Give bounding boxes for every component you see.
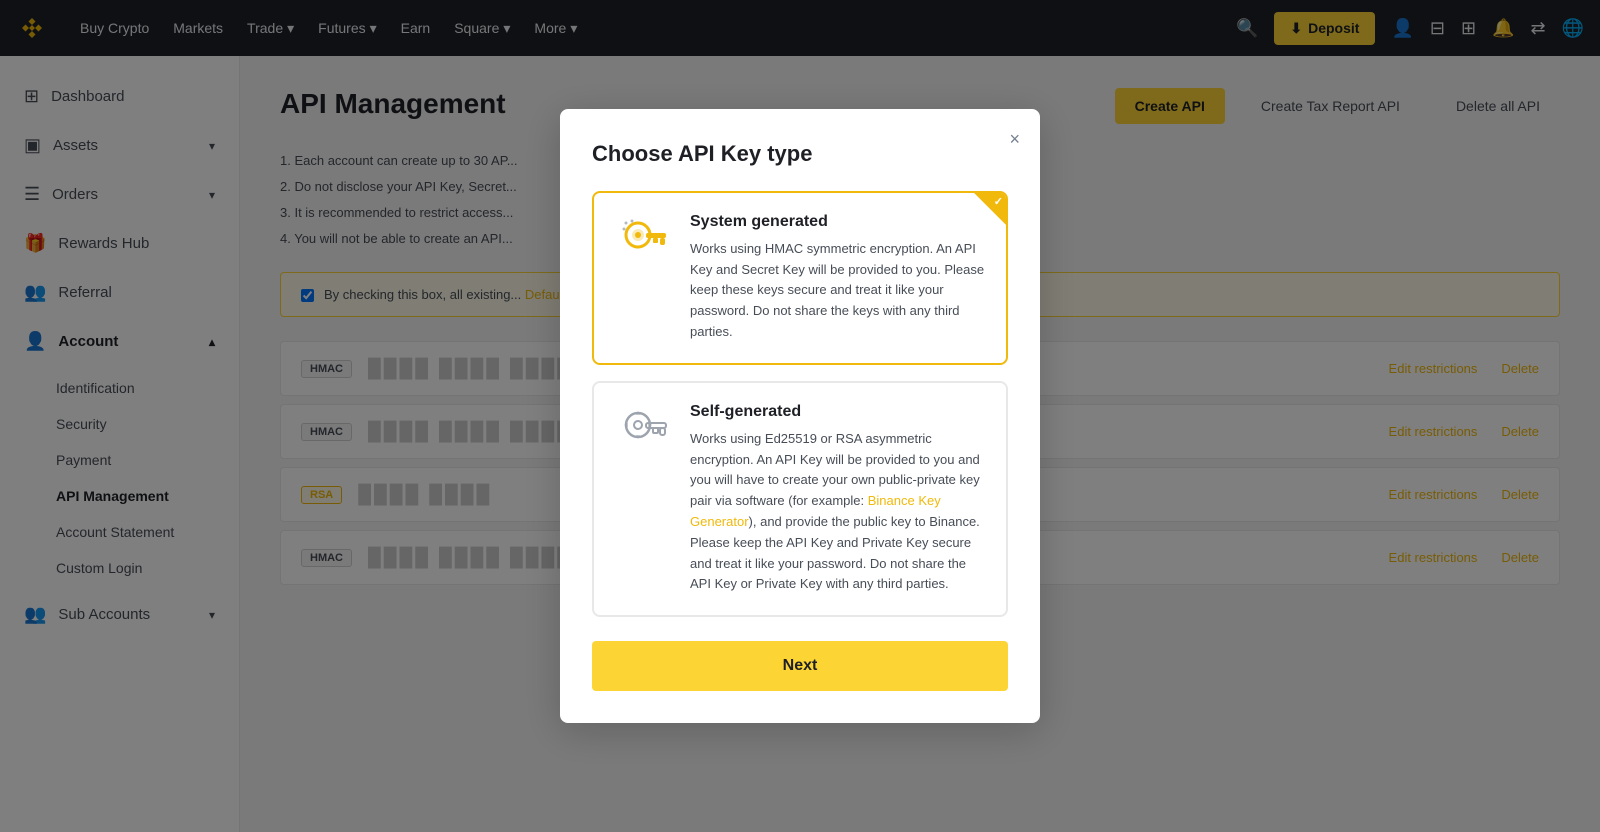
modal-title: Choose API Key type <box>592 141 1008 167</box>
next-button[interactable]: Next <box>592 641 1008 691</box>
modal-close-button[interactable]: × <box>1009 129 1020 150</box>
modal-overlay: Choose API Key type × <box>0 0 1600 832</box>
system-generated-title: System generated <box>690 213 986 231</box>
system-generated-desc: Works using HMAC symmetric encryption. A… <box>690 239 986 343</box>
system-key-icon <box>614 213 674 269</box>
self-generated-title: Self-generated <box>690 403 986 421</box>
choose-api-key-modal: Choose API Key type × <box>560 109 1040 723</box>
self-generated-option[interactable]: Self-generated Works using Ed25519 or RS… <box>592 381 1008 617</box>
system-generated-content: System generated Works using HMAC symmet… <box>690 213 986 343</box>
system-generated-option[interactable]: System generated Works using HMAC symmet… <box>592 191 1008 365</box>
self-generated-desc: Works using Ed25519 or RSA asymmetric en… <box>690 429 986 595</box>
self-generated-content: Self-generated Works using Ed25519 or RS… <box>690 403 986 595</box>
self-key-icon <box>614 403 674 459</box>
